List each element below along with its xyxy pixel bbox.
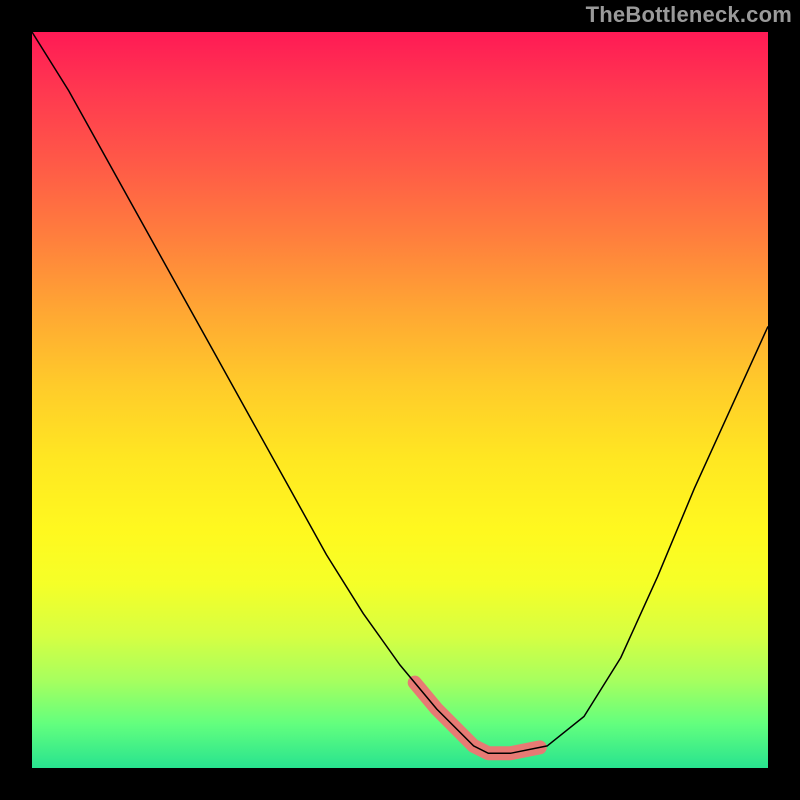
optimal-zone-highlight (415, 683, 540, 754)
chart-frame: TheBottleneck.com (0, 0, 800, 800)
watermark-text: TheBottleneck.com (586, 4, 792, 26)
curve-layer (32, 32, 768, 768)
plot-area (32, 32, 768, 768)
bottleneck-curve (32, 32, 768, 753)
